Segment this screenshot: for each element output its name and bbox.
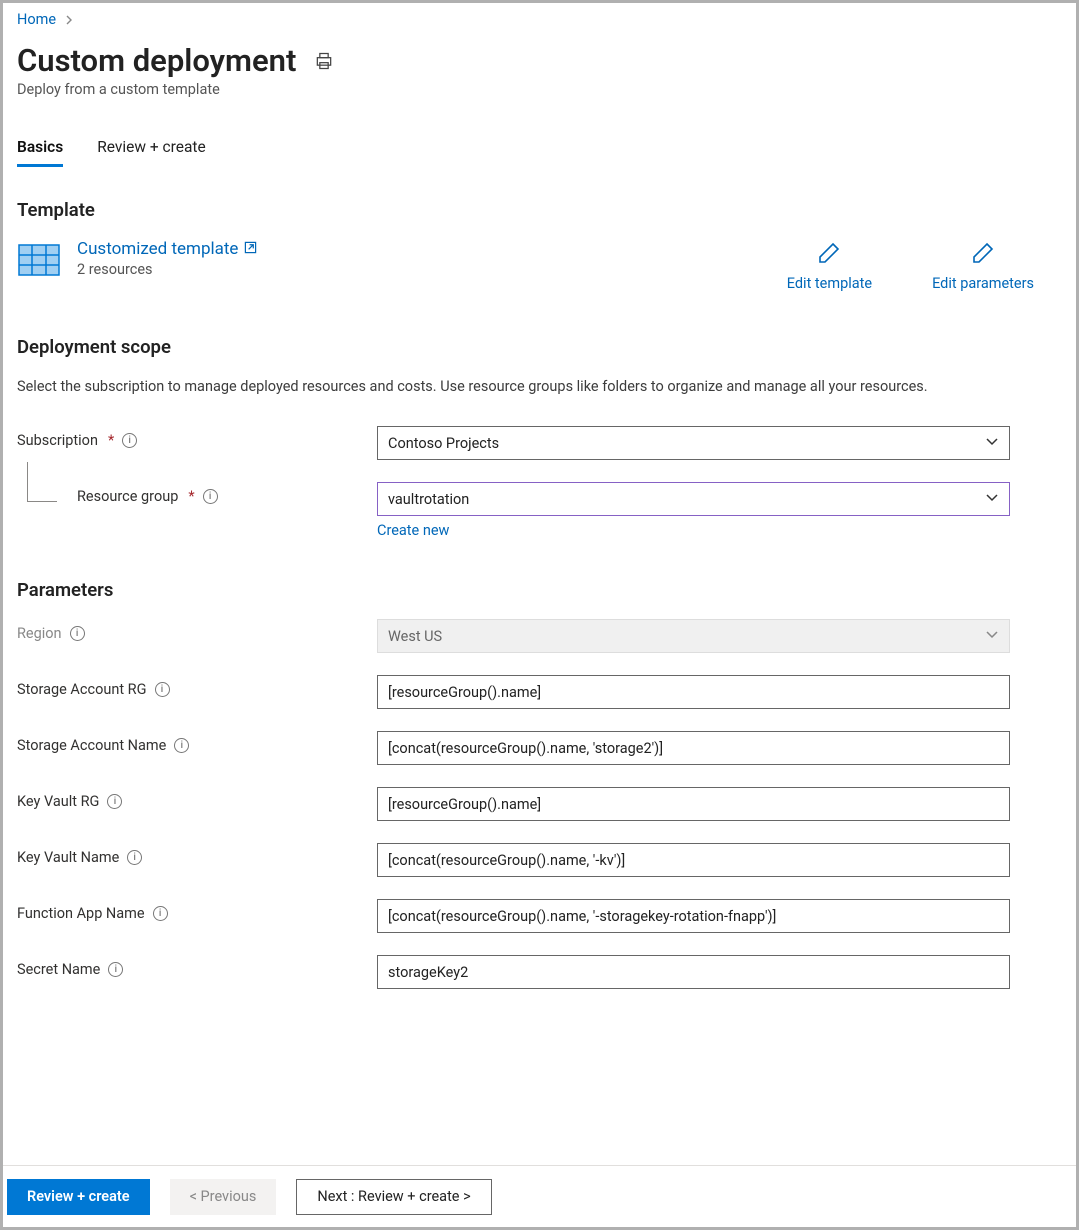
region-label: Region — [17, 625, 62, 642]
info-icon[interactable]: i — [122, 433, 137, 448]
next-button[interactable]: Next : Review + create > — [296, 1179, 491, 1215]
info-icon[interactable]: i — [107, 794, 122, 809]
edit-parameters-label: Edit parameters — [932, 275, 1034, 292]
edit-template-label: Edit template — [787, 275, 872, 292]
create-new-link[interactable]: Create new — [377, 522, 449, 539]
key-vault-name-input[interactable] — [377, 843, 1010, 877]
deployment-scope-description: Select the subscription to manage deploy… — [17, 376, 1062, 398]
customized-template-label: Customized template — [77, 239, 238, 259]
page-subtitle: Deploy from a custom template — [17, 81, 1062, 98]
info-icon[interactable]: i — [153, 906, 168, 921]
secret-name-label: Secret Name — [17, 961, 100, 978]
chevron-down-icon — [985, 628, 999, 644]
breadcrumb-home[interactable]: Home — [17, 11, 56, 28]
info-icon[interactable]: i — [174, 738, 189, 753]
tab-basics[interactable]: Basics — [17, 138, 63, 167]
storage-account-rg-label: Storage Account RG — [17, 681, 147, 698]
storage-account-name-input[interactable] — [377, 731, 1010, 765]
breadcrumb: Home — [17, 11, 1062, 28]
required-marker: * — [188, 488, 194, 505]
review-create-button[interactable]: Review + create — [7, 1179, 150, 1215]
required-marker: * — [108, 432, 114, 449]
print-icon[interactable] — [314, 47, 334, 75]
customized-template-link[interactable]: Customized template — [77, 239, 257, 259]
key-vault-rg-input[interactable] — [377, 787, 1010, 821]
edit-template-link[interactable]: Edit template — [787, 241, 872, 292]
info-icon[interactable]: i — [203, 489, 218, 504]
deployment-scope-title: Deployment scope — [17, 336, 1062, 358]
template-section-title: Template — [17, 199, 1062, 221]
previous-button[interactable]: < Previous — [170, 1179, 277, 1215]
key-vault-name-label: Key Vault Name — [17, 849, 119, 866]
storage-account-rg-input[interactable] — [377, 675, 1010, 709]
chevron-down-icon — [985, 435, 999, 451]
storage-account-name-label: Storage Account Name — [17, 737, 166, 754]
resource-group-select[interactable]: vaultrotation — [377, 482, 1010, 516]
breadcrumb-separator — [66, 13, 74, 29]
subscription-value: Contoso Projects — [388, 435, 499, 452]
secret-name-input[interactable] — [377, 955, 1010, 989]
tabs: Basics Review + create — [17, 138, 1062, 167]
key-vault-rg-label: Key Vault RG — [17, 793, 99, 810]
info-icon[interactable]: i — [127, 850, 142, 865]
region-value: West US — [388, 628, 442, 645]
info-icon[interactable]: i — [70, 626, 85, 641]
region-select: West US — [377, 619, 1010, 653]
footer: Review + create < Previous Next : Review… — [3, 1165, 1076, 1227]
edit-parameters-link[interactable]: Edit parameters — [932, 241, 1034, 292]
edit-template-icon — [817, 241, 841, 269]
chevron-down-icon — [985, 491, 999, 507]
edit-parameters-icon — [971, 241, 995, 269]
template-resource-count: 2 resources — [77, 261, 257, 278]
template-icon — [17, 239, 61, 283]
open-external-icon — [244, 241, 257, 257]
info-icon[interactable]: i — [155, 682, 170, 697]
resource-group-connector — [27, 462, 57, 502]
page-title: Custom deployment — [17, 42, 296, 79]
subscription-select[interactable]: Contoso Projects — [377, 426, 1010, 460]
deployment-window: Home Custom deployment Deploy from a cus… — [3, 3, 1076, 1227]
resource-group-value: vaultrotation — [388, 491, 469, 508]
tab-review-create[interactable]: Review + create — [97, 138, 205, 167]
function-app-name-label: Function App Name — [17, 905, 145, 922]
info-icon[interactable]: i — [108, 962, 123, 977]
subscription-label: Subscription — [17, 432, 98, 449]
parameters-section-title: Parameters — [17, 579, 1062, 601]
function-app-name-input[interactable] — [377, 899, 1010, 933]
resource-group-label: Resource group — [77, 488, 178, 505]
